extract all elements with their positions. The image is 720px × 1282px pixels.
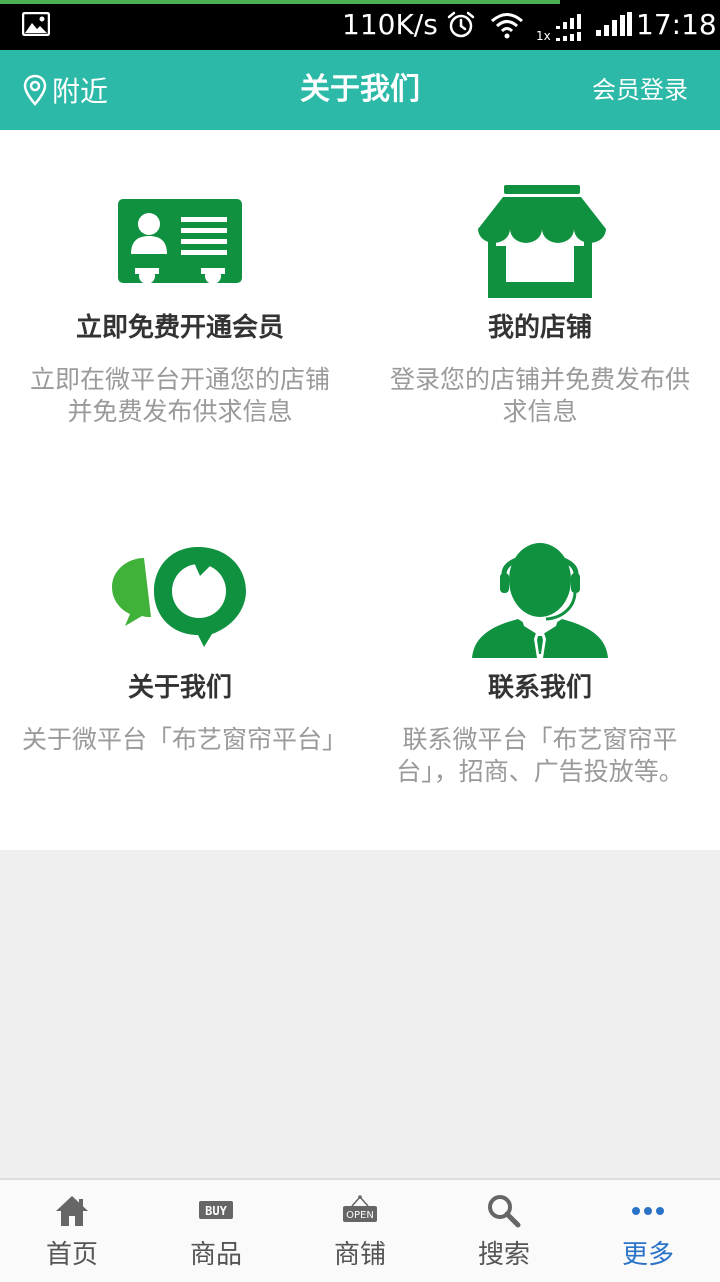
member-card-icon <box>118 199 242 284</box>
feature-title: 联系我们 <box>487 673 592 703</box>
status-progress-indicator <box>0 0 560 4</box>
nearby-button[interactable]: 附近 <box>22 50 108 130</box>
bottom-nav: 首页 BUY 商品 OPEN 商铺 搜索 更多 <box>0 1178 720 1282</box>
mobile-signal-1x-icon: 1x <box>536 14 581 42</box>
signal-type-label: 1x <box>536 29 551 42</box>
app-header: 附近 关于我们 会员登录 <box>0 50 720 130</box>
status-time: 17:18 <box>636 8 717 41</box>
feature-card-contact-us[interactable]: 联系我们 联系微平台「布艺窗帘平台」，招商、广告投放等。 <box>360 490 720 850</box>
search-icon <box>488 1195 521 1228</box>
nav-label: 首页 <box>45 1240 98 1270</box>
feature-description: 关于微平台「布艺窗帘平台」 <box>22 725 348 754</box>
wifi-icon <box>491 13 523 39</box>
open-sign-text: OPEN <box>346 1210 374 1221</box>
feature-title: 关于我们 <box>127 673 232 703</box>
nearby-label: 附近 <box>52 75 109 108</box>
home-icon <box>56 1196 88 1226</box>
more-icon <box>632 1207 664 1215</box>
nav-item-more[interactable]: 更多 <box>576 1180 720 1280</box>
member-login-link[interactable]: 会员登录 <box>592 50 688 130</box>
buy-tag-icon: BUY <box>199 1201 233 1219</box>
network-speed: 110K/s <box>342 8 438 41</box>
nav-label: 商品 <box>189 1240 242 1270</box>
gallery-notification-icon <box>22 12 50 36</box>
feature-title: 立即免费开通会员 <box>75 313 284 343</box>
chat-bubbles-icon <box>112 547 246 647</box>
cell-signal-icon <box>596 12 632 36</box>
nav-item-home[interactable]: 首页 <box>0 1180 144 1280</box>
feature-card-my-shop[interactable]: 我的店铺 登录您的店铺并免费发布供求信息 <box>360 130 720 490</box>
nav-label: 商铺 <box>333 1240 386 1270</box>
customer-service-icon <box>472 543 608 658</box>
open-sign-icon: OPEN <box>343 1195 377 1222</box>
nav-item-shops[interactable]: OPEN 商铺 <box>288 1180 432 1280</box>
nav-item-products[interactable]: BUY 商品 <box>144 1180 288 1280</box>
status-bar: 110K/s 1x 17:18 <box>0 0 720 50</box>
storefront-icon <box>478 185 606 298</box>
nav-item-search[interactable]: 搜索 <box>432 1180 576 1280</box>
feature-title: 我的店铺 <box>487 313 592 343</box>
feature-description: 登录您的店铺并免费发布供求信息 <box>389 365 690 426</box>
feature-card-free-membership[interactable]: 立即免费开通会员 立即在微平台开通您的店铺并免费发布供求信息 <box>0 130 360 490</box>
feature-grid: 立即免费开通会员 立即在微平台开通您的店铺并免费发布供求信息 我的店铺 登录您的… <box>0 130 720 850</box>
nav-label: 更多 <box>621 1240 674 1270</box>
feature-card-about-us[interactable]: 关于我们 关于微平台「布艺窗帘平台」 <box>0 490 360 850</box>
location-pin-icon <box>23 74 47 106</box>
feature-description: 联系微平台「布艺窗帘平台」，招商、广告投放等。 <box>396 725 684 786</box>
nav-label: 搜索 <box>477 1240 530 1270</box>
buy-tag-text: BUY <box>205 1204 227 1218</box>
alarm-icon <box>447 11 475 38</box>
feature-description: 立即在微平台开通您的店铺并免费发布供求信息 <box>29 365 330 426</box>
